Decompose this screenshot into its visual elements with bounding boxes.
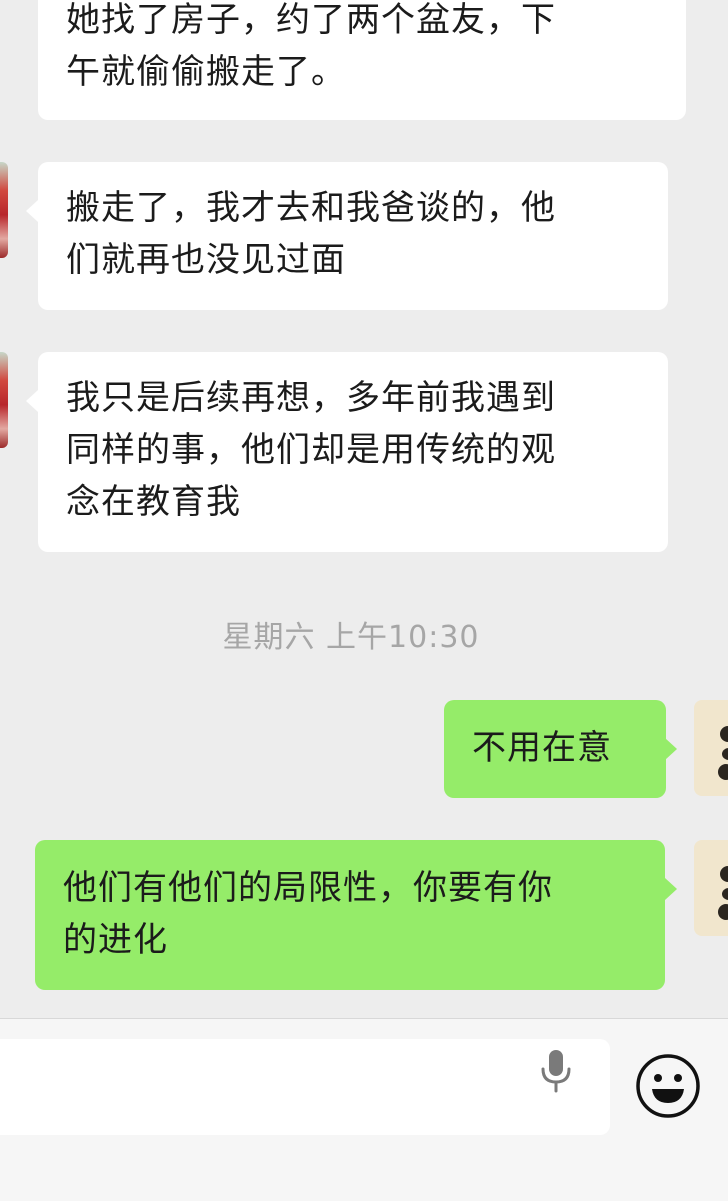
message-bubble-incoming[interactable]: 搬走了，我才去和我爸谈的，他 们就再也没见过面: [38, 162, 668, 310]
message-bubble-outgoing[interactable]: 不用在意: [444, 700, 666, 798]
message-timestamp: 星期六 上午10:30: [222, 620, 480, 655]
message-bubble-outgoing[interactable]: 他们有他们的局限性，你要有你 的进化: [35, 840, 665, 990]
bubble-tail: [665, 878, 677, 900]
user-avatar[interactable]: [694, 700, 728, 796]
message-bubble-incoming[interactable]: 她找了房子，约了两个盆友，下 午就偷偷搬走了。: [38, 0, 686, 120]
contact-avatar[interactable]: [0, 352, 8, 448]
chat-area[interactable]: 她找了房子，约了两个盆友，下 午就偷偷搬走了。 搬走了，我才去和我爸谈的，他 们…: [0, 0, 728, 1018]
contact-avatar[interactable]: [0, 162, 8, 258]
bubble-tail: [665, 738, 677, 760]
message-input[interactable]: [0, 1039, 610, 1135]
message-bubble-incoming[interactable]: 我只是后续再想，多年前我遇到 同样的事，他们却是用传统的观 念在教育我: [38, 352, 668, 552]
bubble-tail: [26, 200, 38, 222]
emoji-smile-icon[interactable]: [635, 1053, 701, 1119]
user-avatar[interactable]: [694, 840, 728, 936]
input-toolbar: [0, 1018, 728, 1201]
bubble-tail: [26, 390, 38, 412]
microphone-icon[interactable]: [538, 1049, 574, 1093]
